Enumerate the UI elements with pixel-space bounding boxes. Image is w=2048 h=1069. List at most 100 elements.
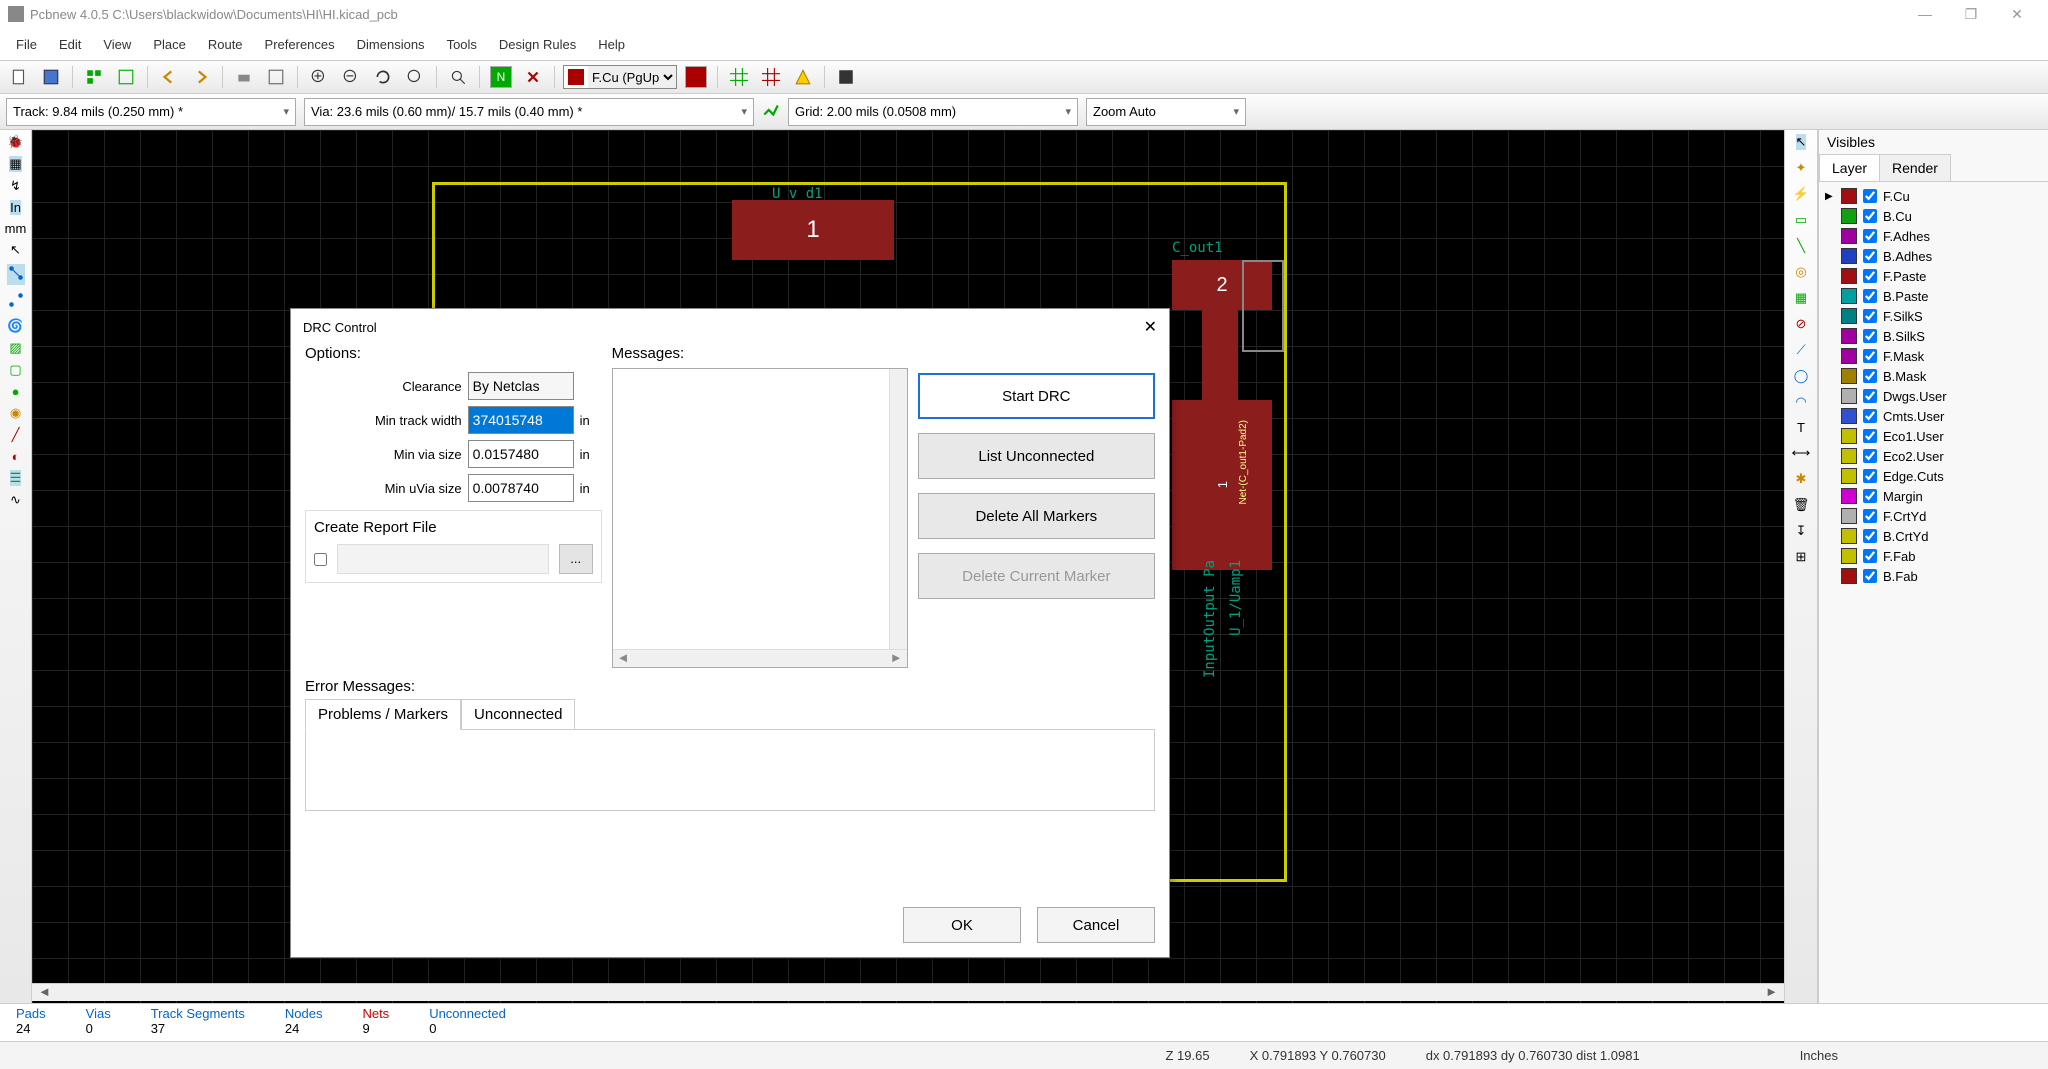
plot-icon[interactable] <box>263 64 289 90</box>
menu-view[interactable]: View <box>93 33 141 56</box>
tab-layer[interactable]: Layer <box>1819 154 1880 181</box>
layer-row[interactable]: B.SilkS <box>1823 326 2044 346</box>
list-unconnected-button[interactable]: List Unconnected <box>918 433 1155 479</box>
layer-row[interactable]: F.Paste <box>1823 266 2044 286</box>
via-fill-icon[interactable]: ◉ <box>10 405 21 421</box>
warning-icon[interactable] <box>790 64 816 90</box>
grid-red-icon[interactable] <box>758 64 784 90</box>
auto-track-icon[interactable] <box>762 101 780 122</box>
menu-preferences[interactable]: Preferences <box>255 33 345 56</box>
add-circle-icon[interactable]: ◯ <box>1794 368 1809 384</box>
layer-swatch-icon[interactable] <box>1841 468 1857 484</box>
menu-help[interactable]: Help <box>588 33 635 56</box>
h-scrollbar[interactable]: ◄► <box>32 983 1784 1001</box>
menu-tools[interactable]: Tools <box>437 33 487 56</box>
layer-selector[interactable]: F.Cu (PgUp <box>563 65 677 89</box>
cancel-button[interactable]: Cancel <box>1037 907 1155 943</box>
autodel-icon[interactable]: 🌀 <box>7 318 23 334</box>
layer-pair-icon[interactable] <box>683 64 709 90</box>
layer-row[interactable]: B.Mask <box>1823 366 2044 386</box>
layer-swatch-icon[interactable] <box>1841 408 1857 424</box>
min-track-width-field[interactable] <box>468 406 574 434</box>
layer-swatch-icon[interactable] <box>1841 208 1857 224</box>
layer-visible-checkbox[interactable] <box>1863 309 1877 323</box>
save-icon[interactable] <box>38 64 64 90</box>
create-report-checkbox[interactable] <box>314 553 327 566</box>
layer-row[interactable]: Eco1.User <box>1823 426 2044 446</box>
error-list[interactable] <box>305 729 1155 811</box>
target-icon[interactable]: ✱ <box>1796 471 1807 487</box>
arrow-icon[interactable]: ↖ <box>1796 134 1807 150</box>
layer-visible-checkbox[interactable] <box>1863 209 1877 223</box>
min-uvia-size-field[interactable] <box>468 474 574 502</box>
add-line-icon[interactable]: ⟋ <box>1796 342 1805 358</box>
mwave-icon[interactable]: ∿ <box>10 492 21 508</box>
polar-icon[interactable]: ↯ <box>10 178 21 194</box>
layer-swatch-icon[interactable] <box>1841 488 1857 504</box>
ok-button[interactable]: OK <box>903 907 1021 943</box>
layer-swatch-icon[interactable] <box>1841 268 1857 284</box>
maximize-button[interactable]: ❐ <box>1948 6 1994 23</box>
add-via-icon[interactable]: ◎ <box>1795 264 1806 280</box>
track-fill-icon[interactable]: ╱ <box>12 427 20 443</box>
layer-row[interactable]: B.CrtYd <box>1823 526 2044 546</box>
redo-icon[interactable] <box>188 64 214 90</box>
dimension-icon[interactable]: ⟷ <box>1792 445 1811 461</box>
keepout-icon[interactable]: ⊘ <box>1796 316 1807 332</box>
layer-row[interactable]: F.CrtYd <box>1823 506 2044 526</box>
track-width-dropdown[interactable]: Track: 9.84 mils (0.250 mm) * <box>6 98 296 126</box>
layers-mgr-icon[interactable]: ☰ <box>10 470 22 486</box>
layer-visible-checkbox[interactable] <box>1863 369 1877 383</box>
layer-swatch-icon[interactable] <box>1841 388 1857 404</box>
layer-swatch-icon[interactable] <box>1841 548 1857 564</box>
layer-swatch-icon[interactable] <box>1841 348 1857 364</box>
layer-row[interactable]: F.Fab <box>1823 546 2044 566</box>
layer-visible-checkbox[interactable] <box>1863 469 1877 483</box>
layer-row[interactable]: Cmts.User <box>1823 406 2044 426</box>
layer-visible-checkbox[interactable] <box>1863 389 1877 403</box>
layer-row[interactable]: Eco2.User <box>1823 446 2044 466</box>
offset-icon[interactable]: ↧ <box>1796 523 1807 539</box>
zone-outline-icon[interactable]: ▢ <box>9 362 21 378</box>
minimize-button[interactable]: — <box>1902 6 1948 22</box>
layer-dropdown[interactable]: F.Cu (PgUp <box>588 66 676 88</box>
tab-render[interactable]: Render <box>1879 154 1951 181</box>
report-path-field[interactable] <box>337 544 549 574</box>
zoom-in-icon[interactable] <box>306 64 332 90</box>
new-icon[interactable] <box>6 64 32 90</box>
layer-visible-checkbox[interactable] <box>1863 329 1877 343</box>
menu-file[interactable]: File <box>6 33 47 56</box>
layer-swatch-icon[interactable] <box>1841 448 1857 464</box>
layer-row[interactable]: ▶F.Cu <box>1823 186 2044 206</box>
layer-visible-checkbox[interactable] <box>1863 269 1877 283</box>
layer-row[interactable]: Edge.Cuts <box>1823 466 2044 486</box>
layer-row[interactable]: Dwgs.User <box>1823 386 2044 406</box>
layer-swatch-icon[interactable] <box>1841 428 1857 444</box>
refresh-icon[interactable] <box>370 64 396 90</box>
layer-visible-checkbox[interactable] <box>1863 429 1877 443</box>
pad-fill-icon[interactable]: ● <box>12 384 20 399</box>
layer-row[interactable]: F.Mask <box>1823 346 2044 366</box>
tab-unconnected[interactable]: Unconnected <box>461 699 575 730</box>
layer-visible-checkbox[interactable] <box>1863 409 1877 423</box>
msg-h-scrollbar[interactable]: ◄► <box>613 649 907 667</box>
ratsnest2-icon[interactable] <box>7 291 25 312</box>
layer-visible-checkbox[interactable] <box>1863 249 1877 263</box>
msg-v-scrollbar[interactable] <box>889 369 907 649</box>
modules2-icon[interactable] <box>113 64 139 90</box>
messages-box[interactable]: ◄► <box>612 368 908 668</box>
layer-swatch-icon[interactable] <box>1841 368 1857 384</box>
layer-swatch-icon[interactable] <box>1841 288 1857 304</box>
add-zone-icon[interactable]: ▦ <box>1795 290 1807 306</box>
layer-row[interactable]: F.SilkS <box>1823 306 2044 326</box>
contrast-icon[interactable]: ◐ <box>12 449 20 464</box>
modules-icon[interactable] <box>81 64 107 90</box>
layer-row[interactable]: B.Paste <box>1823 286 2044 306</box>
min-via-size-field[interactable] <box>468 440 574 468</box>
menu-route[interactable]: Route <box>198 33 253 56</box>
cursor-icon[interactable]: ↖ <box>10 242 21 258</box>
layer-swatch-icon[interactable] <box>1841 308 1857 324</box>
drc-icon[interactable] <box>520 64 546 90</box>
layer-visible-checkbox[interactable] <box>1863 529 1877 543</box>
layer-visible-checkbox[interactable] <box>1863 229 1877 243</box>
